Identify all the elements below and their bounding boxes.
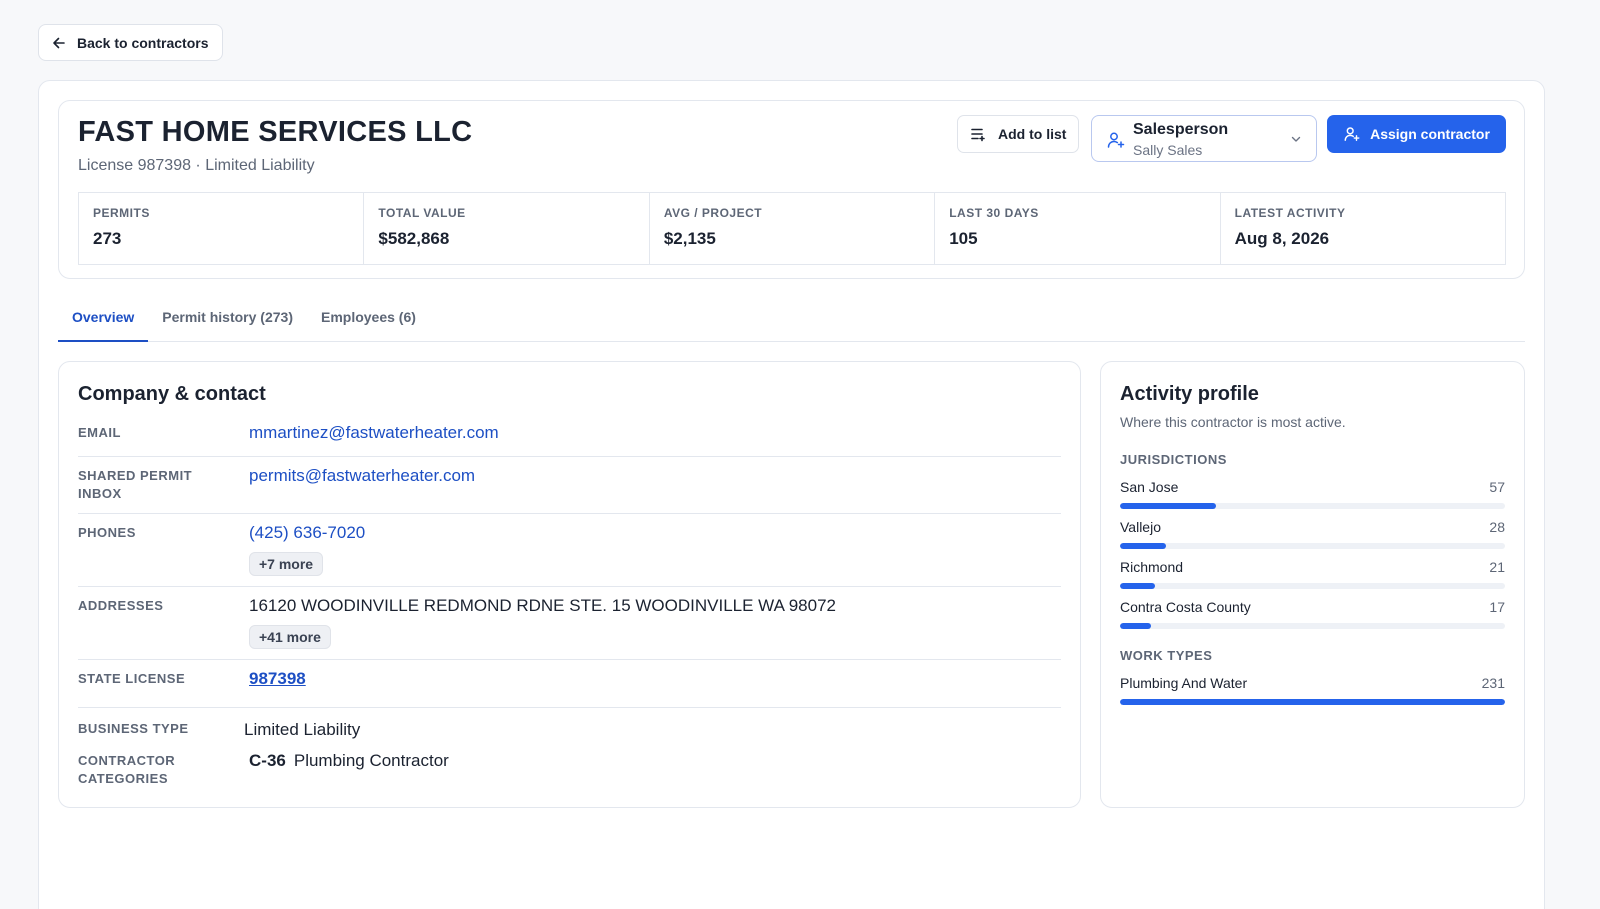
company-contact-title: Company & contact (78, 383, 266, 405)
email-row: EMAIL mmartinez@fastwaterheater.com (78, 418, 1061, 457)
jurisdiction-bar-track (1120, 543, 1505, 549)
company-contact-card: Company & contact EMAIL mmartinez@fastwa… (58, 361, 1081, 808)
work-type-bar-track (1120, 699, 1505, 705)
activity-profile-title: Activity profile (1120, 383, 1259, 405)
assign-contractor-button[interactable]: Assign contractor (1327, 115, 1506, 153)
address-value: 16120 WOODINVILLE REDMOND RDNE STE. 15 W… (249, 596, 836, 615)
jurisdiction-bar-track (1120, 583, 1505, 589)
jurisdiction-bar-fill (1120, 503, 1217, 509)
jurisdiction-bar-track (1120, 503, 1505, 509)
addresses-row: ADDRESSES 16120 WOODINVILLE REDMOND RDNE… (78, 587, 1061, 660)
stat-label: TOTAL VALUE (378, 206, 466, 220)
user-plus-icon (1107, 132, 1125, 148)
category-name: Plumbing Contractor (293, 751, 449, 770)
add-to-list-button[interactable]: Add to list (957, 115, 1080, 153)
addresses-more-chip[interactable]: +41 more (249, 625, 331, 649)
email-link[interactable]: mmartinez@fastwaterheater.com (249, 423, 499, 443)
work-type-name: Plumbing And Water (1120, 675, 1248, 691)
stat-total-value: TOTAL VALUE $582,868 (364, 193, 650, 264)
stat-label: LAST 30 DAYS (949, 206, 1039, 220)
stat-label: AVG / PROJECT (663, 206, 763, 220)
jurisdiction-count: 17 (1489, 599, 1505, 615)
jurisdiction-count: 28 (1489, 519, 1505, 535)
jurisdiction-count: 57 (1489, 479, 1505, 495)
shared-inbox-link[interactable]: permits@fastwaterheater.com (249, 466, 475, 486)
work-types-label: WORK TYPES (1120, 648, 1213, 663)
list-add-icon (971, 128, 985, 142)
jurisdiction-name: San Jose (1120, 479, 1179, 495)
phones-label: PHONES (78, 525, 136, 540)
chevron-down-icon (1291, 136, 1301, 142)
shared-inbox-row: SHARED PERMIT INBOX permits@fastwaterhea… (78, 457, 1061, 514)
state-license-label: STATE LICENSE (78, 671, 186, 686)
company-subtitle: License 987398 · Limited Liability (78, 157, 315, 174)
category-code: C-36 (249, 751, 286, 770)
shared-inbox-label: SHARED PERMIT INBOX (78, 468, 193, 501)
tab-employees[interactable]: Employees (6) (307, 299, 430, 342)
company-name: FAST HOME SERVICES LLC (78, 116, 473, 148)
stat-permits: PERMITS 273 (79, 193, 365, 264)
jurisdiction-bar-track (1120, 623, 1505, 629)
business-type-value: Limited Liability (244, 720, 361, 739)
work-type-bar-fill (1120, 699, 1505, 705)
addresses-label: ADDRESSES (78, 598, 164, 613)
stat-avg-project: AVG / PROJECT $2,135 (650, 193, 936, 264)
stat-latest-activity: LATEST ACTIVITY Aug 8, 2026 (1221, 193, 1505, 264)
contractor-detail-panel: FAST HOME SERVICES LLC License 987398 · … (38, 80, 1545, 909)
state-license-row: STATE LICENSE 987398 (78, 660, 1061, 708)
assign-contractor-label: Assign contractor (1370, 126, 1490, 142)
state-license-link[interactable]: 987398 (249, 669, 306, 689)
email-label: EMAIL (78, 425, 121, 440)
stat-label: PERMITS (93, 206, 150, 220)
jurisdiction-bar-fill (1120, 623, 1151, 629)
stats-row: PERMITS 273 TOTAL VALUE $582,868 AVG / P… (78, 192, 1506, 265)
contractor-categories-label: CONTRACTOR CATEGORIES (78, 753, 176, 786)
jurisdiction-count: 21 (1489, 559, 1505, 575)
contractor-categories-row: CONTRACTOR CATEGORIES C-36 Plumbing Contr… (78, 744, 1061, 794)
arrow-left-icon (53, 37, 65, 48)
stat-value: Aug 8, 2026 (1234, 229, 1330, 248)
tab-overview[interactable]: Overview (58, 299, 149, 342)
jurisdiction-name: Richmond (1120, 559, 1184, 575)
stat-last-30-days: LAST 30 DAYS 105 (935, 193, 1221, 264)
stat-value: $582,868 (378, 229, 450, 248)
jurisdiction-bar-fill (1120, 543, 1167, 549)
jurisdiction-name: Contra Costa County (1120, 599, 1251, 615)
phones-more-chip[interactable]: +7 more (249, 552, 324, 576)
jurisdictions-label: JURISDICTIONS (1120, 452, 1227, 467)
detail-tabs: Overview Permit history (273) Employees … (58, 299, 1525, 342)
back-button-label: Back to contractors (77, 34, 209, 51)
business-type-row: BUSINESS TYPE Limited Liability (78, 708, 1061, 744)
jurisdiction-bar-fill (1120, 583, 1155, 589)
stat-value: $2,135 (663, 229, 716, 248)
stat-value: 273 (93, 229, 122, 248)
business-type-label: BUSINESS TYPE (78, 721, 189, 736)
jurisdiction-name: Vallejo (1120, 519, 1161, 535)
salesperson-select[interactable]: Salesperson Sally Sales (1091, 115, 1317, 162)
salesperson-label: Salesperson (1133, 121, 1229, 138)
back-to-contractors-button[interactable]: Back to contractors (38, 24, 224, 61)
work-type-count: 231 (1481, 675, 1505, 691)
add-to-list-label: Add to list (998, 126, 1067, 142)
activity-profile-subtitle: Where this contractor is most active. (1120, 414, 1346, 430)
phone-link[interactable]: (425) 636-7020 (249, 523, 365, 543)
stat-label: LATEST ACTIVITY (1234, 206, 1346, 220)
contractor-category: C-36 Plumbing Contractor (249, 751, 449, 771)
stat-value: 105 (949, 229, 978, 248)
tab-permit-history[interactable]: Permit history (273) (148, 299, 307, 342)
salesperson-value: Sally Sales (1133, 142, 1203, 158)
activity-profile-card: Activity profile Where this contractor i… (1100, 361, 1525, 808)
phones-row: PHONES (425) 636-7020 +7 more (78, 514, 1061, 587)
contractor-header-card: FAST HOME SERVICES LLC License 987398 · … (58, 100, 1525, 279)
user-plus-icon (1344, 127, 1360, 142)
